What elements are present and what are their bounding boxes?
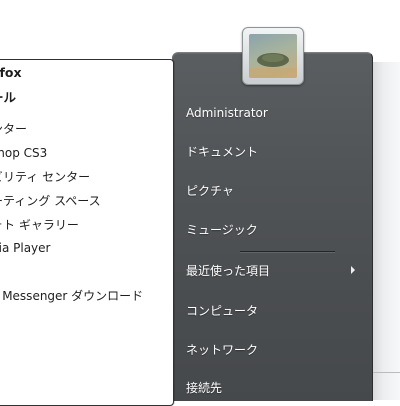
program-item-media-player[interactable]: dia Player	[0, 237, 50, 259]
desktop-edge	[372, 62, 400, 400]
program-item-mail[interactable]: ール	[0, 87, 16, 109]
chevron-right-icon	[351, 266, 355, 274]
program-item-mobility-center[interactable]: ビリティ センター	[0, 166, 90, 188]
program-item-center[interactable]: ンター	[0, 118, 27, 140]
places-separator	[240, 251, 335, 252]
user-picture-art	[249, 53, 297, 78]
places-item-documents[interactable]: ドキュメント	[186, 141, 258, 163]
places-item-computer[interactable]: コンピュータ	[186, 300, 258, 322]
program-item-messenger-download[interactable]: e Messenger ダウンロード	[0, 285, 143, 307]
program-item-photoshop[interactable]: shop CS3	[0, 142, 47, 164]
start-menu-programs-pane: efox ール ンター shop CS3 ビリティ センター ーティング スペー…	[0, 59, 174, 406]
places-item-network[interactable]: ネットワーク	[186, 339, 258, 361]
places-item-recent-items[interactable]: 最近使った項目	[186, 260, 270, 282]
user-picture-icon[interactable]	[242, 27, 304, 85]
program-item-photo-gallery[interactable]: ォト ギャラリー	[0, 214, 79, 236]
desktop-divider	[372, 372, 400, 373]
places-item-music[interactable]: ミュージック	[186, 219, 258, 241]
user-picture-image	[249, 34, 297, 78]
places-item-pictures[interactable]: ピクチャ	[186, 180, 234, 202]
places-item-administrator[interactable]: Administrator	[186, 102, 268, 124]
program-item-firefox[interactable]: efox	[0, 62, 22, 84]
program-item-meeting-space[interactable]: ーティング スペース	[0, 190, 101, 212]
places-item-connect-to[interactable]: 接続先	[186, 377, 222, 399]
